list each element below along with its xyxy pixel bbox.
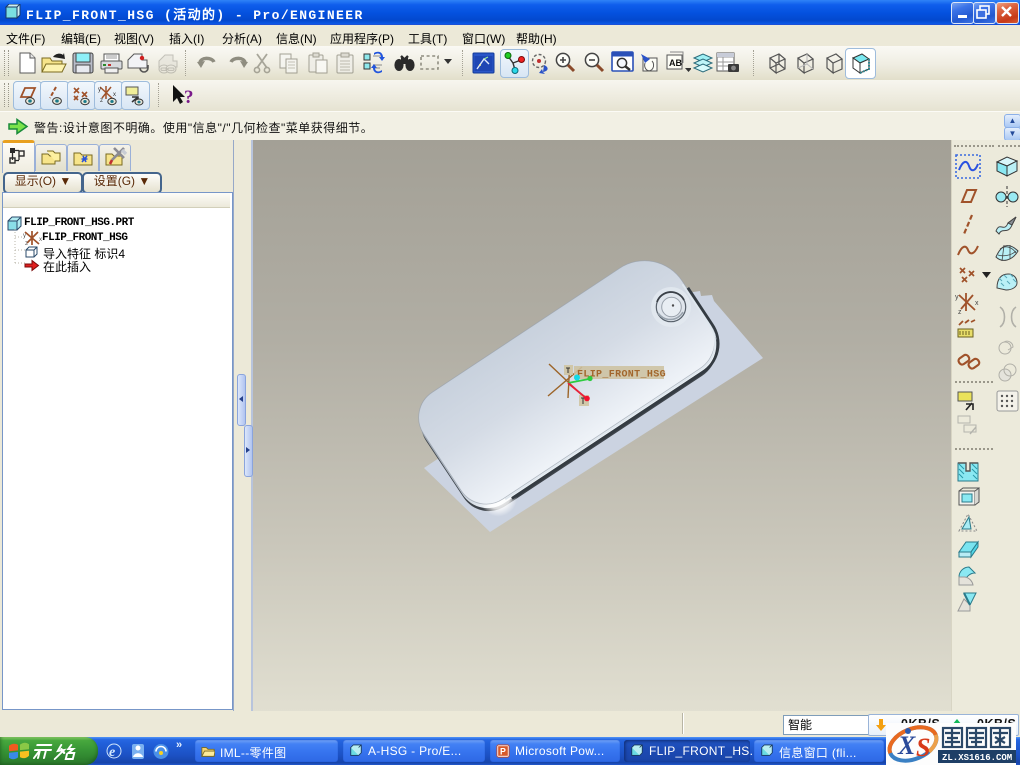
svg-text:x: x	[113, 92, 116, 98]
svg-text:x: x	[975, 300, 979, 307]
svg-text:AB: AB	[669, 58, 682, 68]
svg-text:z: z	[100, 98, 103, 104]
svg-text:y: y	[98, 87, 101, 93]
svg-text:X: X	[897, 731, 916, 760]
svg-text:y: y	[23, 233, 26, 239]
svg-text:ZL.XS1616.COM: ZL.XS1616.COM	[942, 753, 1012, 763]
svg-text:e: e	[109, 745, 115, 760]
svg-text:P: P	[500, 747, 506, 757]
svg-text:S: S	[916, 733, 930, 762]
svg-text:y: y	[955, 294, 959, 301]
svg-text:z: z	[958, 309, 962, 316]
svg-text:?: ?	[184, 87, 194, 108]
